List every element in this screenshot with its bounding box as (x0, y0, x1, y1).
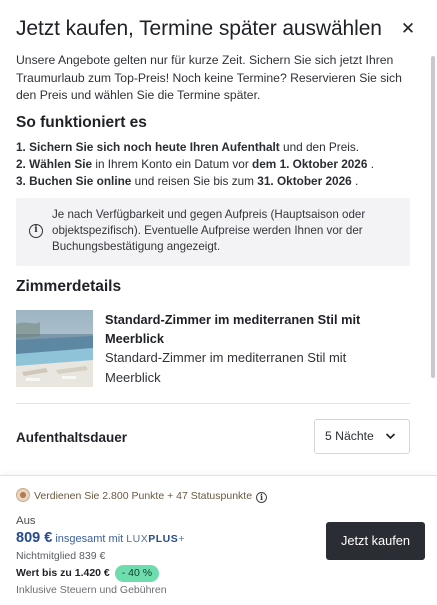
room-card: Standard-Zimmer im mediterranen Stil mit… (16, 310, 410, 388)
step-2: 2. Wählen Sie in Ihrem Konto ein Datum v… (16, 157, 374, 171)
stay-duration-label: Aufenthaltsdauer (16, 430, 128, 445)
non-member-price: Nichtmitglied 839 € (16, 550, 106, 562)
step-3: 3. Buchen Sie online und reisen Sie bis … (16, 174, 359, 188)
member-price: 809 € (16, 530, 53, 546)
buy-now-button[interactable]: Jetzt kaufen (326, 522, 425, 560)
chevron-down-icon (385, 420, 396, 466)
how-it-works-title: So funktioniert es (16, 114, 147, 131)
info-box: i Je nach Verfügbarkeit und gegen Aufpre… (16, 198, 410, 266)
taxes-note: Inklusive Steuern und Gebühren (16, 584, 167, 596)
room-text: Standard-Zimmer im mediterranen Stil mit… (105, 310, 405, 388)
intro-text: Unsere Angebote gelten nur für kurze Zei… (16, 53, 402, 102)
purchase-modal: Jetzt kaufen, Termine später auswählen ✕… (0, 0, 437, 605)
modal-content: Unsere Angebote gelten nur für kurze Zei… (16, 52, 410, 472)
room-details-title: Zimmerdetails (16, 278, 122, 295)
room-subtitle: Standard-Zimmer im mediterranen Stil mit… (105, 350, 347, 385)
info-icon[interactable]: i (256, 492, 268, 503)
points-banner: Verdienen Sie 2.800 Punkte + 47 Statuspu… (16, 488, 268, 504)
modal-header: Jetzt kaufen, Termine später auswählen ✕ (16, 14, 421, 44)
divider (16, 403, 410, 404)
how-it-works-steps: 1. Sichern Sie sich noch heute Ihren Auf… (16, 139, 410, 190)
stay-duration-value: 5 Nächte (325, 429, 374, 443)
room-image (16, 310, 93, 387)
stay-duration-select[interactable]: 5 Nächte (314, 419, 410, 454)
scrollbar[interactable] (431, 56, 435, 378)
price-suffix: insgesamt mit (55, 533, 124, 545)
purchase-footer: Verdienen Sie 2.800 Punkte + 47 Statuspu… (0, 475, 437, 605)
info-icon: i (29, 224, 43, 238)
price-line: 809 € insgesamt mit LUXPLUS+ (16, 529, 316, 549)
points-text: Verdienen Sie 2.800 Punkte + 47 Statuspu… (34, 490, 253, 502)
price-block: Aus 809 € insgesamt mit LUXPLUS+ Nichtmi… (16, 514, 316, 598)
step-1: 1. Sichern Sie sich noch heute Ihren Auf… (16, 140, 360, 154)
luxplus-logo: LUXPLUS+ (126, 533, 185, 545)
modal-title: Jetzt kaufen, Termine später auswählen (16, 17, 382, 40)
points-badge-icon (16, 488, 30, 502)
info-text: Je nach Verfügbarkeit und gegen Aufpreis… (52, 208, 366, 253)
discount-badge: - 40 % (114, 565, 160, 582)
price-from-label: Aus (16, 515, 36, 527)
room-name: Standard-Zimmer im mediterranen Stil mit… (105, 312, 361, 346)
close-icon[interactable]: ✕ (395, 16, 421, 42)
worth-value: Wert bis zu 1.420 € (16, 567, 110, 579)
worth-line: Wert bis zu 1.420 € - 40 % (16, 564, 316, 582)
